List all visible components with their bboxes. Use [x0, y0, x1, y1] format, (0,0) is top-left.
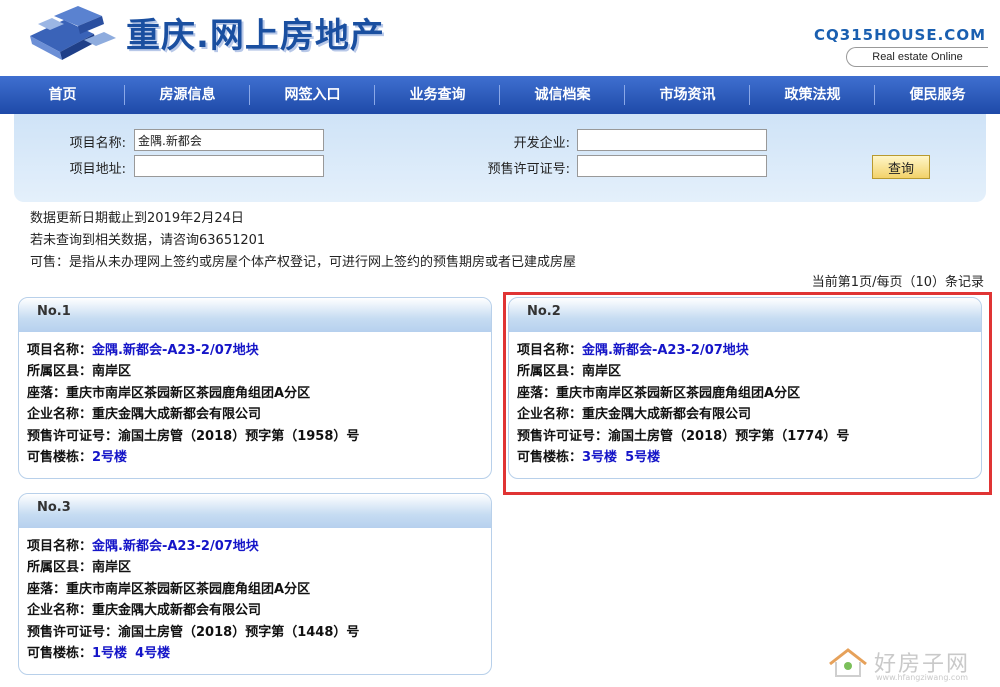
district-value: 南岸区: [92, 364, 132, 380]
card-header: No.1: [19, 298, 491, 332]
district-value: 南岸区: [92, 560, 132, 576]
nav-services[interactable]: 便民服务: [875, 76, 1000, 114]
pagination-info: 当前第1页/每页（10）条记录: [811, 275, 984, 290]
nav-listings[interactable]: 房源信息: [125, 76, 250, 114]
permit-label: 预售许可证号：: [27, 624, 119, 640]
card-header: No.3: [19, 494, 491, 528]
project-name-link[interactable]: 金隅.新都会-A23-2/07地块: [92, 343, 259, 358]
nav-credit-records[interactable]: 诚信档案: [500, 76, 625, 114]
company-label: 企业名称：: [27, 603, 93, 619]
project-name-label: 项目名称:: [69, 136, 126, 151]
card-number: No.1: [37, 304, 71, 319]
project-card: No.3 项目名称：金隅.新都会-A23-2/07地块 所属区县：南岸区 座落：…: [18, 493, 492, 675]
highlight-box: [503, 292, 992, 495]
no-result-hint: 若未查询到相关数据，请咨询63651201: [30, 233, 266, 248]
available-definition: 可售：是指从未办理网上签约或房屋个体产权登记，可进行网上签约的预售期房或者已建成…: [30, 255, 577, 270]
watermark-url: www.hfangziwang.com: [876, 673, 969, 682]
presale-permit-label: 预售许可证号:: [487, 162, 570, 177]
buildings-label: 可售楼栋：: [27, 450, 93, 466]
card-number: No.3: [37, 500, 71, 515]
watermark: 好房子网 www.hfangziwang.com: [826, 640, 996, 684]
project-name-label: 项目名称：: [27, 343, 93, 358]
search-panel: 项目名称: 项目地址: 开发企业: 预售许可证号: 查询: [14, 114, 986, 202]
project-card: No.1 项目名称：金隅.新都会-A23-2/07地块 所属区县：南岸区 座落：…: [18, 297, 492, 479]
location-label: 座落：: [27, 385, 67, 401]
developer-label: 开发企业:: [513, 136, 570, 151]
presale-permit-input[interactable]: [577, 155, 767, 177]
location-value: 重庆市南岸区茶园新区茶园鹿角组团A分区: [66, 581, 311, 597]
company-label: 企业名称：: [27, 407, 93, 423]
project-name-input[interactable]: [134, 129, 324, 151]
main-nav: 首页 房源信息 网签入口 业务查询 诚信档案 市场资讯 政策法规 便民服务: [0, 76, 1000, 114]
nav-online-signing[interactable]: 网签入口: [250, 76, 375, 114]
district-label: 所属区县：: [27, 560, 93, 576]
developer-input[interactable]: [577, 129, 767, 151]
query-button[interactable]: 查询: [872, 155, 930, 179]
location-label: 座落：: [27, 581, 67, 597]
nav-home[interactable]: 首页: [0, 76, 125, 114]
update-date-text: 数据更新日期截止到2019年2月24日: [30, 211, 244, 226]
building-link[interactable]: 4号楼: [135, 646, 170, 661]
site-domain: CQ315HOUSE.COM: [814, 26, 986, 44]
card-body: 项目名称：金隅.新都会-A23-2/07地块 所属区县：南岸区 座落：重庆市南岸…: [27, 536, 359, 664]
permit-value: 渝国土房管（2018）预字第（1958）号: [118, 428, 360, 444]
permit-label: 预售许可证号：: [27, 428, 119, 444]
site-tagline: Real estate Online: [846, 47, 988, 67]
project-address-input[interactable]: [134, 155, 324, 177]
logo-icon[interactable]: [24, 2, 120, 66]
nav-policies[interactable]: 政策法规: [750, 76, 875, 114]
site-title[interactable]: 重庆.网上房地产: [126, 8, 385, 57]
building-link[interactable]: 1号楼: [92, 646, 127, 661]
nav-business-query[interactable]: 业务查询: [375, 76, 500, 114]
site-header: 重庆.网上房地产 CQ315HOUSE.COM Real estate Onli…: [0, 0, 1000, 76]
location-value: 重庆市南岸区茶园新区茶园鹿角组团A分区: [66, 385, 311, 401]
permit-value: 渝国土房管（2018）预字第（1448）号: [118, 624, 360, 640]
company-value: 重庆金隅大成新都会有限公司: [92, 407, 262, 423]
buildings-label: 可售楼栋：: [27, 646, 93, 662]
project-address-label: 项目地址:: [69, 162, 126, 177]
house-icon: [829, 648, 867, 677]
card-body: 项目名称：金隅.新都会-A23-2/07地块 所属区县：南岸区 座落：重庆市南岸…: [27, 340, 359, 468]
nav-market-news[interactable]: 市场资讯: [625, 76, 750, 114]
project-name-link[interactable]: 金隅.新都会-A23-2/07地块: [92, 539, 259, 554]
project-name-label: 项目名称：: [27, 539, 93, 554]
district-label: 所属区县：: [27, 364, 93, 380]
company-value: 重庆金隅大成新都会有限公司: [92, 603, 262, 619]
building-link[interactable]: 2号楼: [92, 450, 127, 465]
